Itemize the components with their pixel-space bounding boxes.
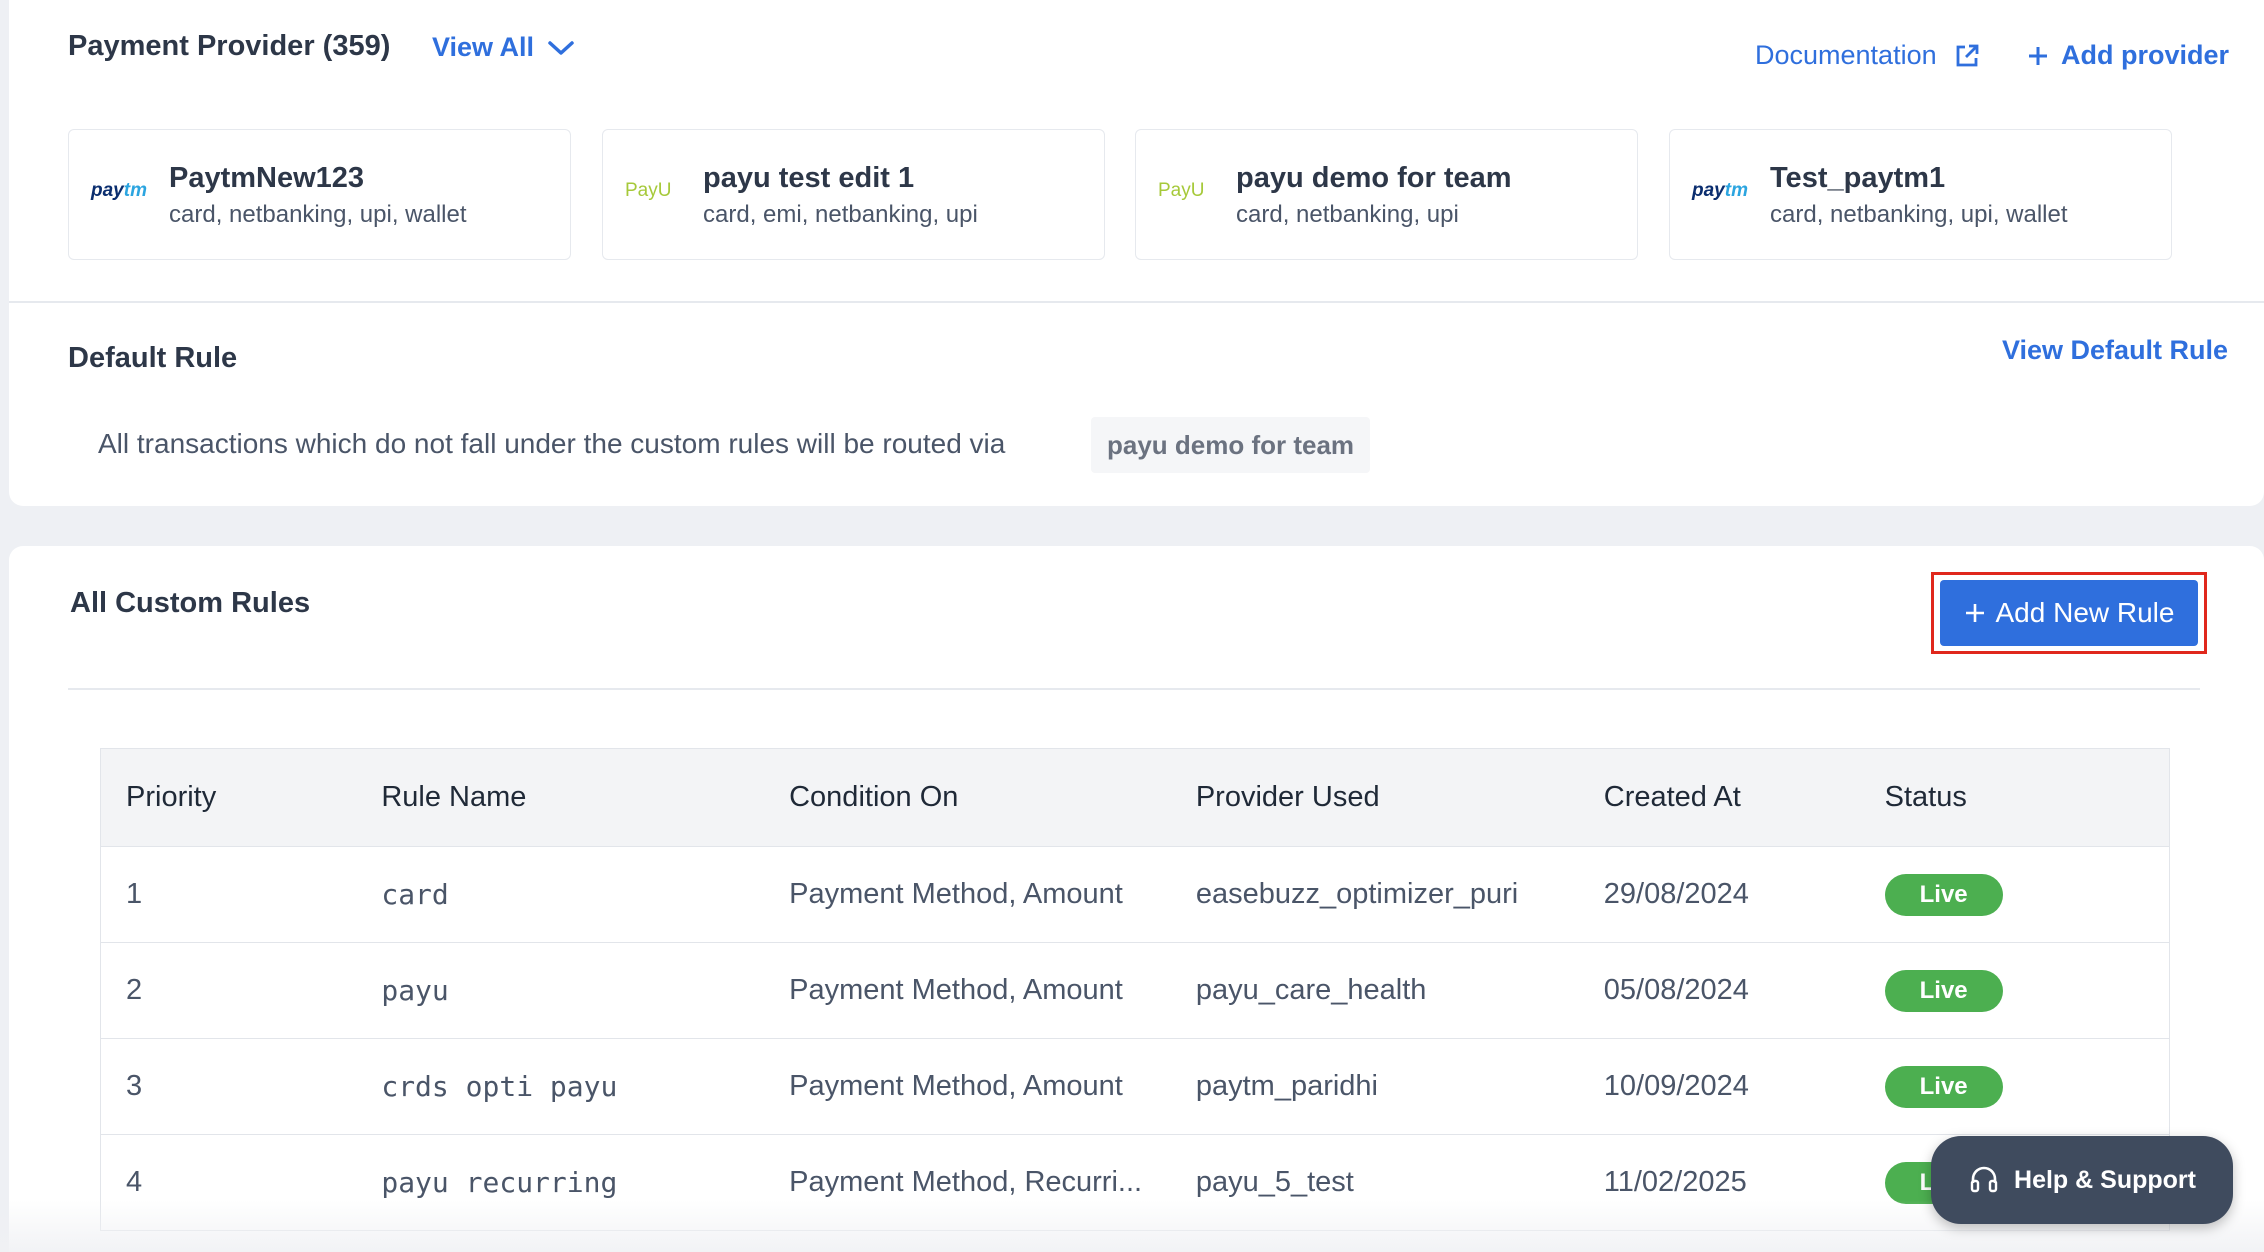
status-badge: Live: [1884, 873, 2003, 916]
provider-card[interactable]: PayU payu demo for team card, netbanking…: [1135, 129, 1638, 260]
add-provider-label: Add provider: [2061, 40, 2230, 70]
provider-name: payu test edit 1: [703, 162, 915, 194]
provider-methods: card, netbanking, upi: [1236, 201, 1459, 228]
column-header-rule-name: Rule Name: [381, 748, 790, 847]
created-at-cell: 11/02/2025: [1603, 1134, 1885, 1231]
table-header-row: Priority Rule Name Condition On Provider…: [100, 748, 2170, 847]
table-row: 1 card Payment Method, Amount easebuzz_o…: [100, 846, 2170, 943]
add-new-rule-button[interactable]: Add New Rule: [1940, 580, 2198, 646]
priority-cell: 3: [100, 1038, 382, 1135]
column-header-created-at: Created At: [1603, 748, 1885, 847]
providers-panel: Payment Provider (359) View All Document…: [9, 0, 2264, 506]
custom-rules-title: All Custom Rules: [70, 587, 311, 619]
add-new-rule-label: Add New Rule: [1995, 597, 2175, 628]
section-divider: [9, 301, 2264, 303]
provider-methods: card, emi, netbanking, upi: [703, 201, 978, 228]
provider-cell: payu_5_test: [1195, 1134, 1604, 1231]
paytm-logo: paytm: [1692, 180, 1748, 201]
priority-cell: 4: [100, 1134, 382, 1231]
rule-name-link[interactable]: crds opti payu: [381, 1038, 790, 1135]
status-cell: Live: [1884, 942, 2170, 1039]
rules-divider: [68, 688, 2200, 690]
headset-icon: [1970, 1166, 1998, 1193]
column-header-condition: Condition On: [789, 748, 1196, 847]
external-link-icon: [1956, 44, 1979, 66]
status-badge: Live: [1884, 1065, 2003, 1108]
table-row: 4 payu recurring Payment Method, Recurri…: [100, 1134, 2170, 1231]
providers-title: Payment Provider (359): [68, 30, 391, 62]
help-support-label: Help & Support: [2014, 1165, 2196, 1194]
created-at-cell: 05/08/2024: [1603, 942, 1885, 1039]
column-header-provider: Provider Used: [1195, 748, 1604, 847]
paytm-logo: paytm: [91, 180, 147, 201]
help-support-button[interactable]: Help & Support: [1931, 1136, 2233, 1224]
provider-methods: card, netbanking, upi, wallet: [169, 201, 467, 228]
condition-cell: Payment Method, Amount: [789, 846, 1196, 943]
provider-cell: easebuzz_optimizer_puri: [1195, 846, 1604, 943]
payu-logo: PayU: [1158, 180, 1205, 201]
provider-card[interactable]: paytm PaytmNew123 card, netbanking, upi,…: [68, 129, 571, 260]
plus-icon: [2029, 46, 2047, 65]
provider-cell: payu_care_health: [1195, 942, 1604, 1039]
rule-name-link[interactable]: payu recurring: [381, 1134, 790, 1231]
plus-icon: [1965, 604, 1984, 622]
condition-cell: Payment Method, Amount: [789, 1038, 1196, 1135]
rule-name-link[interactable]: card: [381, 846, 790, 943]
column-header-status: Status: [1884, 748, 2170, 847]
status-cell: Live: [1884, 846, 2170, 943]
chevron-down-icon: [548, 40, 574, 55]
documentation-label: Documentation: [1755, 40, 1937, 70]
documentation-link[interactable]: Documentation: [1755, 40, 1981, 71]
table-row: 3 crds opti payu Payment Method, Amount …: [100, 1038, 2170, 1135]
priority-cell: 2: [100, 942, 382, 1039]
default-provider-chip: payu demo for team: [1091, 417, 1371, 473]
condition-cell: Payment Method, Recurri...: [789, 1134, 1196, 1231]
provider-cell: paytm_paridhi: [1195, 1038, 1604, 1135]
default-rule-description: All transactions which do not fall under…: [98, 428, 1006, 459]
view-all-label: View All: [432, 32, 535, 62]
add-provider-button[interactable]: Add provider: [2027, 40, 2229, 71]
view-default-rule-link[interactable]: View Default Rule: [2002, 335, 2228, 366]
created-at-cell: 10/09/2024: [1603, 1038, 1885, 1135]
provider-card[interactable]: PayU payu test edit 1 card, emi, netbank…: [602, 129, 1105, 260]
custom-rules-table: Priority Rule Name Condition On Provider…: [100, 748, 2170, 1231]
provider-card[interactable]: paytm Test_paytm1 card, netbanking, upi,…: [1669, 129, 2172, 260]
provider-name: Test_paytm1: [1770, 162, 1946, 194]
view-all-link[interactable]: View All: [432, 32, 576, 63]
default-rule-title: Default Rule: [68, 342, 238, 374]
rule-name-link[interactable]: payu: [381, 942, 790, 1039]
condition-cell: Payment Method, Amount: [789, 942, 1196, 1039]
status-cell: Live: [1884, 1038, 2170, 1135]
provider-name: payu demo for team: [1236, 162, 1512, 194]
provider-methods: card, netbanking, upi, wallet: [1770, 201, 2068, 228]
provider-name: PaytmNew123: [169, 162, 365, 194]
column-header-priority: Priority: [100, 748, 382, 847]
priority-cell: 1: [100, 846, 382, 943]
status-badge: Live: [1884, 969, 2003, 1012]
payu-logo: PayU: [625, 180, 672, 201]
created-at-cell: 29/08/2024: [1603, 846, 1885, 943]
table-row: 2 payu Payment Method, Amount payu_care_…: [100, 942, 2170, 1039]
